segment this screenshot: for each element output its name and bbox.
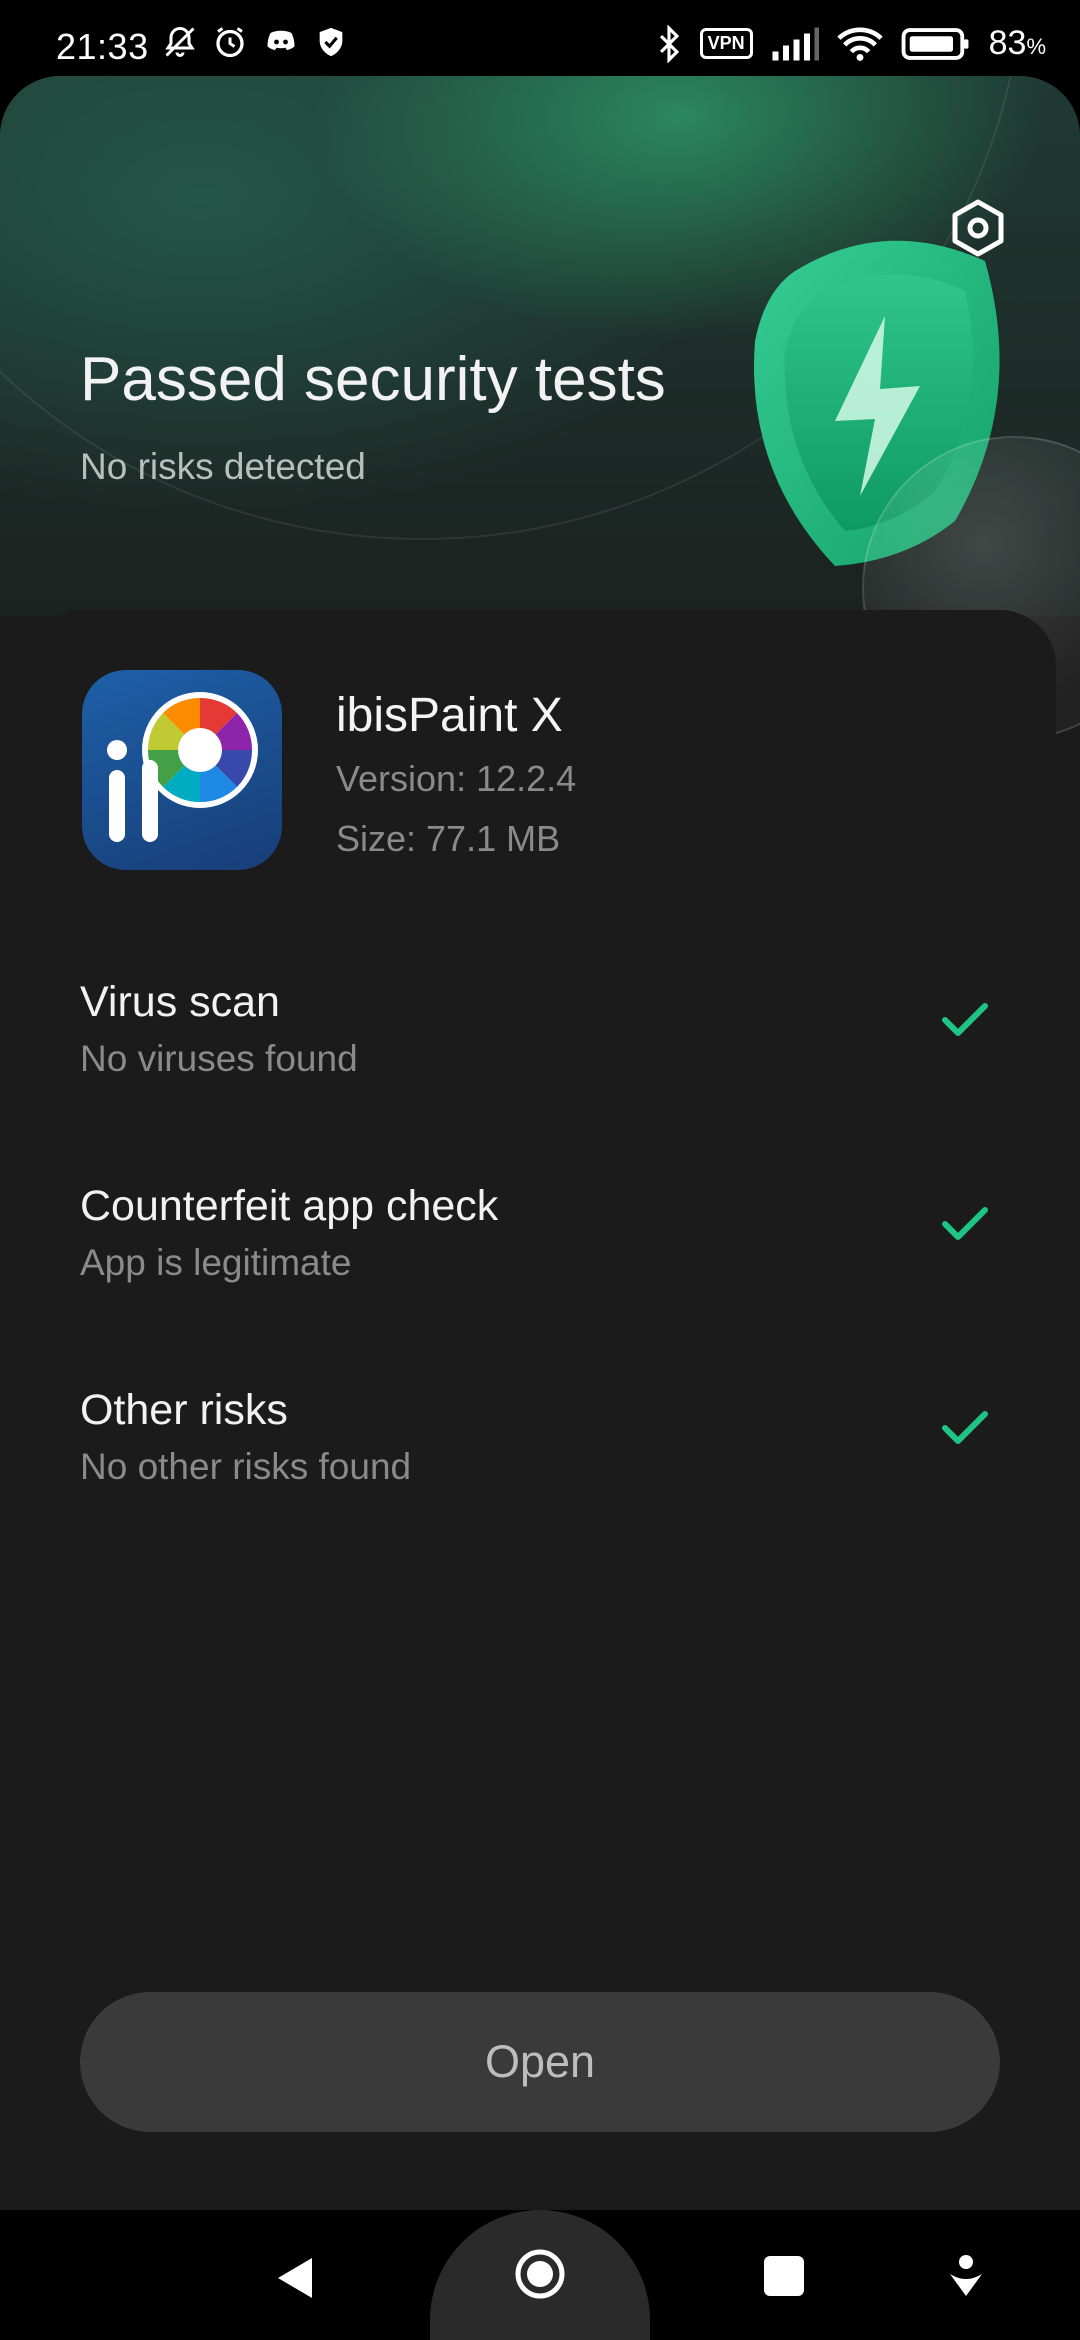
- checkmark-icon: [942, 1207, 988, 1240]
- checkmark-icon: [942, 1411, 988, 1444]
- app-size: Size: 77.1 MB: [336, 818, 561, 859]
- check-result: App is legitimate: [80, 1242, 352, 1283]
- status-bar: 21:33 VPN 83%: [0, 0, 1080, 76]
- hero-banner: Passed security tests No risks detected: [0, 76, 1080, 740]
- settings-hexagon-icon[interactable]: [948, 198, 1008, 258]
- status-icons-right: VPN 83%: [656, 24, 1046, 63]
- battery-icon: [901, 27, 969, 60]
- security-scan-screen: Passed security tests No risks detected: [0, 76, 1080, 2210]
- check-row-other-risks: Other risks No other risks found: [80, 1386, 1000, 1506]
- back-icon[interactable]: [272, 2254, 316, 2302]
- open-button[interactable]: Open: [80, 1992, 1000, 2132]
- discord-icon: [267, 30, 295, 51]
- signal-icon: [772, 27, 819, 60]
- check-title: Other risks: [80, 1386, 288, 1434]
- checkmark-icon: [942, 1003, 988, 1036]
- check-row-virus-scan: Virus scan No viruses found: [80, 978, 1000, 1098]
- app-version: Version: 12.2.4: [336, 758, 577, 799]
- alarm-icon: [216, 27, 244, 58]
- navigation-bar: [0, 2210, 1080, 2340]
- shield-icon: [319, 27, 343, 57]
- bluetooth-icon: [659, 24, 679, 63]
- check-title: Counterfeit app check: [80, 1182, 499, 1230]
- home-button[interactable]: [430, 2210, 650, 2340]
- vpn-icon: VPN: [699, 28, 753, 59]
- battery-percent: 83%: [988, 24, 1046, 62]
- app-name: ibisPaint X: [336, 689, 563, 742]
- check-row-counterfeit: Counterfeit app check App is legitimate: [80, 1182, 1000, 1302]
- open-button-label: Open: [484, 2036, 596, 2087]
- check-result: No other risks found: [80, 1446, 412, 1487]
- assistant-icon[interactable]: [948, 2254, 984, 2298]
- muted-bell-icon: [165, 26, 195, 57]
- status-time: 21:33: [56, 26, 149, 67]
- check-result: No viruses found: [80, 1038, 358, 1079]
- page-subtitle: No risks detected: [80, 446, 366, 487]
- recents-icon[interactable]: [764, 2256, 804, 2296]
- page-title: Passed security tests: [80, 345, 666, 414]
- ibispaint-app-icon: [82, 670, 282, 870]
- check-title: Virus scan: [80, 978, 280, 1026]
- status-icons-left: [162, 24, 348, 60]
- home-icon: [515, 2249, 565, 2299]
- wifi-icon: [836, 27, 883, 61]
